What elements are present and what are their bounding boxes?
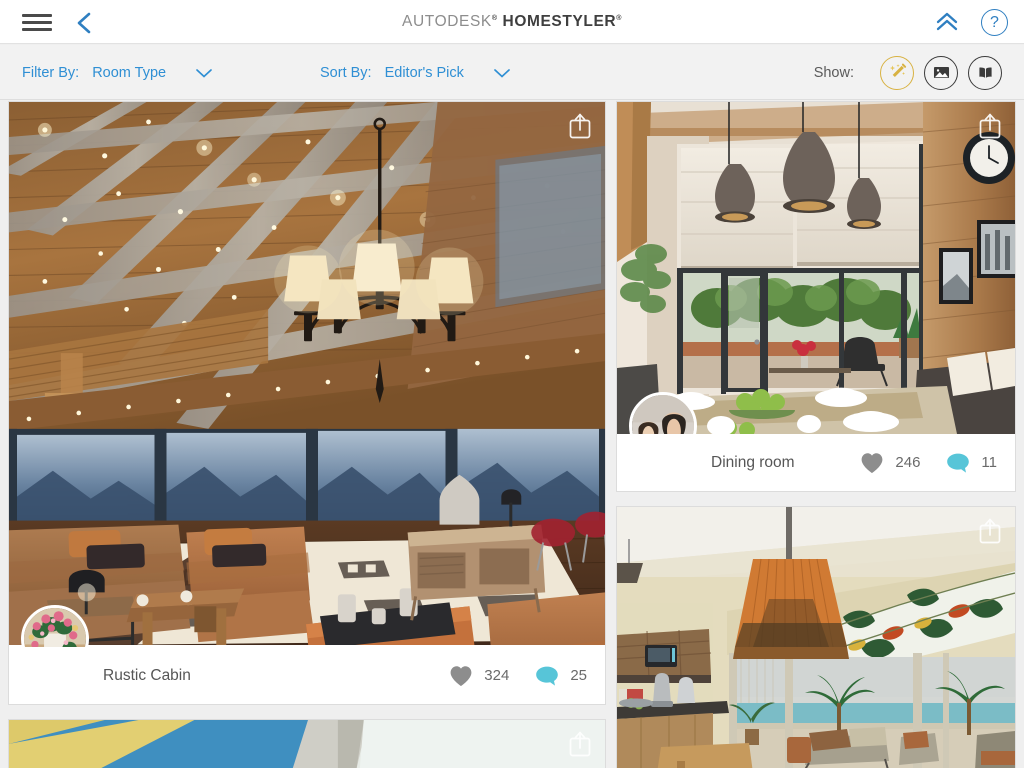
show-toggle-group: Show:: [814, 45, 1002, 100]
sort-by-group: Sort By: Editor's Pick: [320, 45, 512, 100]
comment-bubble-icon: [947, 453, 970, 473]
design-feed[interactable]: Rustic Cabin 324 25 Dining room 246 11: [0, 101, 1024, 768]
photo-icon[interactable]: [924, 55, 958, 90]
hamburger-menu-icon[interactable]: [22, 14, 52, 31]
book-icon[interactable]: [968, 55, 1002, 90]
like-count: 324: [484, 667, 510, 684]
design-image-skylight-room[interactable]: [9, 720, 605, 768]
heart-icon: [861, 452, 883, 473]
filter-by-group: Filter By: Room Type: [22, 45, 214, 100]
design-image-rustic-cabin[interactable]: [9, 102, 605, 647]
top-app-bar: AUTODESK® HOMESTYLER® ?: [0, 0, 1024, 44]
brand-homestyler: HOMESTYLER: [502, 13, 617, 30]
card-stats: 324 25: [423, 665, 587, 687]
like-stat[interactable]: 246: [860, 452, 920, 474]
share-icon[interactable]: [567, 730, 593, 758]
feed-column-left: Rustic Cabin 324 25: [8, 101, 606, 768]
share-icon[interactable]: [567, 112, 593, 140]
heart-icon: [450, 665, 472, 686]
like-stat[interactable]: 324: [449, 665, 509, 687]
sort-by-value[interactable]: Editor's Pick: [385, 65, 464, 81]
sort-by-label: Sort By:: [320, 64, 372, 81]
card-title: Rustic Cabin: [103, 666, 191, 684]
design-card[interactable]: Rustic Cabin 324 25: [8, 101, 606, 705]
comment-stat[interactable]: 25: [535, 665, 587, 687]
comment-count: 11: [981, 454, 997, 471]
registered-mark-2: ®: [616, 14, 622, 22]
filter-by-label: Filter By:: [22, 64, 80, 81]
comment-bubble-icon: [536, 666, 559, 686]
design-image-beach-house[interactable]: [617, 507, 1015, 768]
filter-by-value[interactable]: Room Type: [92, 65, 166, 81]
comment-stat[interactable]: 11: [946, 452, 997, 474]
like-count: 246: [895, 454, 921, 471]
share-icon[interactable]: [977, 112, 1003, 140]
filter-toolbar: Filter By: Room Type Sort By: Editor's P…: [0, 45, 1024, 100]
card-title: Dining room: [711, 453, 795, 471]
magic-wand-icon[interactable]: [880, 55, 914, 90]
design-image-dining-room[interactable]: [617, 102, 1015, 434]
chevron-down-icon[interactable]: [194, 67, 214, 79]
design-card[interactable]: [8, 719, 606, 768]
chevron-double-up-icon[interactable]: [934, 11, 960, 33]
show-label: Show:: [813, 64, 854, 81]
comment-count: 25: [570, 667, 587, 684]
page-title: AUTODESK® HOMESTYLER®: [0, 0, 1024, 44]
design-card[interactable]: Dining room 246 11: [616, 101, 1016, 492]
share-icon[interactable]: [977, 517, 1003, 545]
question-mark-icon[interactable]: ?: [981, 9, 1008, 36]
feed-column-right: Dining room 246 11: [616, 101, 1016, 768]
design-card[interactable]: [616, 506, 1016, 768]
registered-mark: ®: [491, 14, 498, 22]
card-stats: 246 11: [834, 452, 997, 474]
card-caption: Rustic Cabin 324 25: [9, 647, 605, 704]
brand-autodesk: AUTODESK: [402, 13, 492, 30]
chevron-down-icon[interactable]: [492, 67, 512, 79]
chevron-left-icon[interactable]: [72, 10, 98, 36]
card-caption: Dining room 246 11: [617, 434, 1015, 491]
